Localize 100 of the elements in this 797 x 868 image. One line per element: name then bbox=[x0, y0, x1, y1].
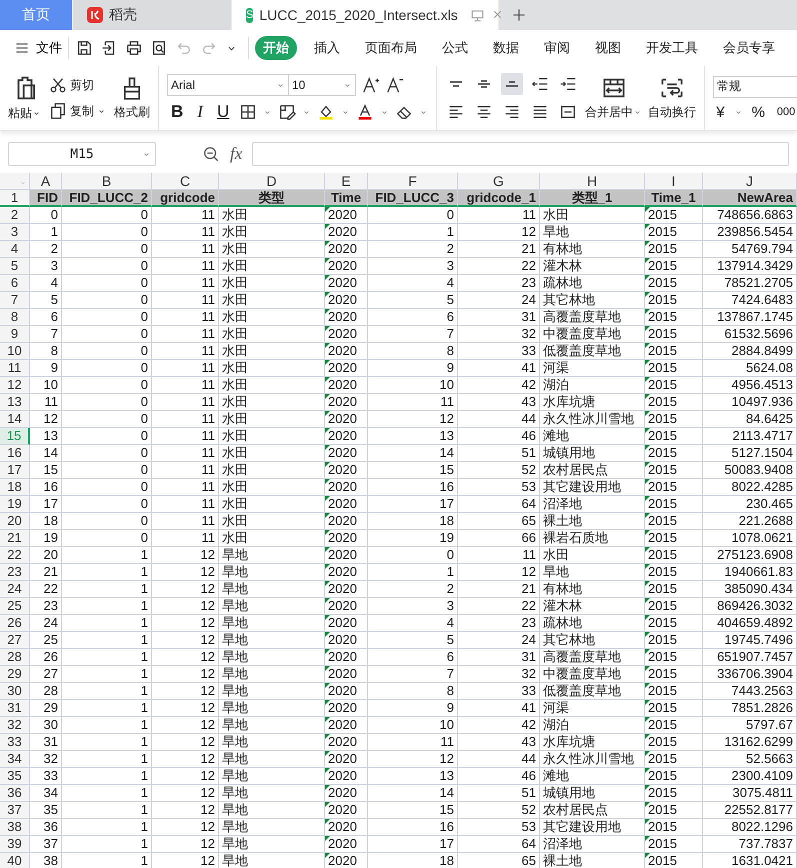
table-cell: 12 bbox=[458, 224, 540, 241]
row-number[interactable]: 40 bbox=[0, 853, 30, 868]
row-number[interactable]: 18 bbox=[0, 479, 30, 496]
wrap-text-button[interactable]: 自动换行 bbox=[648, 76, 696, 120]
ribbon-tab[interactable]: 页面布局 bbox=[357, 36, 425, 60]
row-number[interactable]: 32 bbox=[0, 717, 30, 734]
row-number[interactable]: 19 bbox=[0, 496, 30, 513]
thousands-button[interactable]: 000 bbox=[774, 106, 797, 118]
italic-button[interactable]: I bbox=[193, 102, 207, 122]
row-number[interactable]: 8 bbox=[0, 309, 30, 326]
font-select[interactable]: Arial bbox=[167, 74, 289, 96]
row-number[interactable]: 39 bbox=[0, 836, 30, 853]
tab[interactable]: 稻壳 bbox=[73, 0, 232, 30]
print-icon[interactable] bbox=[125, 39, 143, 57]
row-number[interactable]: 4 bbox=[0, 241, 30, 258]
row-number[interactable]: 37 bbox=[0, 802, 30, 819]
column-header[interactable]: G bbox=[458, 173, 540, 190]
fx-label[interactable]: fx bbox=[230, 144, 242, 164]
row-number[interactable]: 14 bbox=[0, 411, 30, 428]
row-number[interactable]: 12 bbox=[0, 377, 30, 394]
row-number[interactable]: 3 bbox=[0, 224, 30, 241]
column-header[interactable]: H bbox=[540, 173, 645, 190]
zoom-icon[interactable] bbox=[202, 145, 220, 163]
row-number[interactable]: 9 bbox=[0, 326, 30, 343]
row-number[interactable]: 25 bbox=[0, 598, 30, 615]
font-size-select[interactable]: 10 bbox=[288, 74, 356, 96]
print-preview-icon[interactable] bbox=[150, 39, 168, 57]
column-header[interactable]: B bbox=[62, 173, 152, 190]
error-marker-icon bbox=[325, 734, 330, 739]
row-number[interactable]: 31 bbox=[0, 700, 30, 717]
borders-icon[interactable] bbox=[239, 103, 258, 121]
plus-icon[interactable] bbox=[511, 7, 527, 23]
paste-button[interactable]: 粘贴 bbox=[8, 74, 41, 122]
row-number[interactable]: 1 bbox=[0, 190, 30, 207]
bold-button[interactable]: B bbox=[167, 102, 188, 122]
save-icon[interactable] bbox=[75, 39, 93, 57]
row-number[interactable]: 20 bbox=[0, 513, 30, 530]
font-color-icon[interactable] bbox=[356, 103, 374, 121]
copy-button[interactable]: 复制 bbox=[47, 101, 108, 121]
ribbon-tab[interactable]: 公式 bbox=[434, 36, 476, 60]
row-number[interactable]: 28 bbox=[0, 649, 30, 666]
row-number[interactable]: 29 bbox=[0, 666, 30, 683]
currency-button[interactable]: ¥ bbox=[713, 104, 728, 120]
name-box[interactable]: M15 bbox=[8, 142, 156, 166]
row-number[interactable]: 38 bbox=[0, 819, 30, 836]
distributed-align-icon[interactable] bbox=[559, 103, 578, 121]
row-number[interactable]: 26 bbox=[0, 615, 30, 632]
column-header[interactable]: E bbox=[325, 173, 368, 190]
row-number[interactable]: 34 bbox=[0, 751, 30, 768]
row-number[interactable]: 2 bbox=[0, 207, 30, 224]
fill-color-icon[interactable] bbox=[317, 103, 336, 121]
text-align-icon[interactable] bbox=[447, 103, 466, 121]
ribbon-tab[interactable]: 审阅 bbox=[536, 36, 578, 60]
row-number[interactable]: 13 bbox=[0, 394, 30, 411]
row-number[interactable]: 5 bbox=[0, 258, 30, 275]
column-header[interactable]: F bbox=[368, 173, 458, 190]
ribbon-tab[interactable]: 会员专享 bbox=[715, 36, 783, 60]
table-cell: 18 bbox=[368, 513, 458, 530]
row-number[interactable]: 27 bbox=[0, 632, 30, 649]
merge-center-button[interactable]: 合并居中 bbox=[585, 76, 642, 120]
row-number[interactable]: 16 bbox=[0, 445, 30, 462]
increase-font-icon[interactable] bbox=[362, 76, 380, 94]
row-number[interactable]: 23 bbox=[0, 564, 30, 581]
column-header[interactable]: A bbox=[30, 173, 62, 190]
row-number[interactable]: 11 bbox=[0, 360, 30, 377]
text-align-icon[interactable] bbox=[503, 103, 522, 121]
ribbon-tab[interactable]: 数据 bbox=[485, 36, 527, 60]
tab[interactable]: S LUCC_2015_2020_Intersect.xls bbox=[232, 0, 499, 30]
row-number[interactable]: 10 bbox=[0, 343, 30, 360]
row-number[interactable]: 22 bbox=[0, 547, 30, 564]
formula-input[interactable] bbox=[252, 142, 789, 166]
row-number[interactable]: 17 bbox=[0, 462, 30, 479]
percent-button[interactable]: % bbox=[748, 104, 768, 120]
align-bottom-button[interactable] bbox=[501, 73, 524, 95]
format-painter-button[interactable]: 格式刷 bbox=[114, 76, 150, 120]
number-format-select[interactable]: 常规 bbox=[713, 76, 797, 98]
row-number[interactable]: 7 bbox=[0, 292, 30, 309]
column-header[interactable]: J bbox=[703, 173, 797, 190]
row-number[interactable]: 21 bbox=[0, 530, 30, 547]
row-number[interactable]: 30 bbox=[0, 683, 30, 700]
text-align-icon[interactable] bbox=[531, 103, 550, 121]
underline-button[interactable]: U bbox=[212, 102, 234, 122]
ribbon-tab[interactable]: 视图 bbox=[587, 36, 629, 60]
row-number[interactable]: 6 bbox=[0, 275, 30, 292]
table-cell: 其它建设用地 bbox=[540, 819, 645, 836]
row-number[interactable]: 24 bbox=[0, 581, 30, 598]
column-header[interactable]: C bbox=[152, 173, 219, 190]
row-number[interactable]: 35 bbox=[0, 768, 30, 785]
decrease-font-icon[interactable] bbox=[386, 76, 404, 94]
row-number[interactable]: 36 bbox=[0, 785, 30, 802]
ribbon-tab[interactable]: 插入 bbox=[306, 36, 348, 60]
row-number[interactable]: 33 bbox=[0, 734, 30, 751]
cell-format-icon[interactable] bbox=[278, 103, 296, 121]
column-header[interactable]: D bbox=[219, 173, 325, 190]
cut-button[interactable]: 剪切 bbox=[47, 75, 108, 95]
column-header[interactable]: I bbox=[645, 173, 703, 190]
file-menu-button[interactable]: 文件 bbox=[14, 37, 69, 59]
text-align-icon[interactable] bbox=[475, 103, 494, 121]
monitor-icon[interactable] bbox=[470, 8, 485, 22]
ribbon-tab[interactable]: 开发工具 bbox=[638, 36, 706, 60]
